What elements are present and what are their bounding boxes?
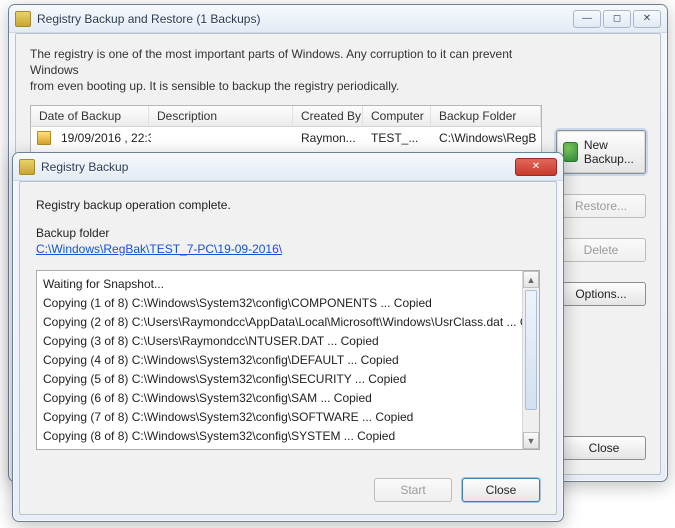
cell-created-by: Raymon... — [293, 129, 363, 147]
sidebar-buttons: New Backup... Restore... Delete Options.… — [556, 130, 646, 306]
delete-button[interactable]: Delete — [556, 238, 646, 262]
log-box: Waiting for Snapshot... Copying (1 of 8)… — [36, 270, 540, 450]
scroll-down-icon[interactable]: ▼ — [523, 432, 539, 449]
main-close-label: Close — [589, 441, 620, 455]
log-line: Copying (2 of 8) C:\Users\Raymondcc\AppD… — [43, 313, 533, 332]
app-icon — [15, 11, 31, 27]
dialog-titlebar[interactable]: Registry Backup ✕ — [13, 153, 563, 181]
backup-folder-link[interactable]: C:\Windows\RegBak\TEST_7-PC\19-09-2016\ — [36, 242, 282, 256]
scroll-thumb[interactable] — [525, 290, 537, 410]
intro-text: The registry is one of the most importan… — [30, 46, 542, 95]
close-window-button[interactable]: ✕ — [633, 10, 661, 28]
dialog-message: Registry backup operation complete. — [36, 198, 540, 212]
new-backup-label: New Backup... — [584, 138, 639, 167]
col-created-by[interactable]: Created By — [293, 106, 363, 126]
log-line: Copying (8 of 8) C:\Windows\System32\con… — [43, 427, 533, 446]
dialog-close-button[interactable]: Close — [462, 478, 540, 502]
dialog-close-label: Close — [486, 483, 517, 497]
dialog-title: Registry Backup — [41, 160, 128, 174]
restore-label: Restore... — [575, 199, 627, 213]
col-date[interactable]: Date of Backup — [31, 106, 149, 126]
log-line: Copying (6 of 8) C:\Windows\System32\con… — [43, 389, 533, 408]
dialog-window: Registry Backup ✕ Registry backup operat… — [12, 152, 564, 522]
dialog-app-icon — [19, 159, 35, 175]
start-button: Start — [374, 478, 452, 502]
log-line: Copying (5 of 8) C:\Windows\System32\con… — [43, 370, 533, 389]
col-computer[interactable]: Computer — [363, 106, 431, 126]
main-close-row: Close — [562, 436, 646, 460]
log-line: Copying (7 of 8) C:\Windows\System32\con… — [43, 408, 533, 427]
backup-row-icon — [37, 131, 51, 145]
start-label: Start — [400, 483, 425, 497]
restore-button[interactable]: Restore... — [556, 194, 646, 218]
main-titlebar[interactable]: Registry Backup and Restore (1 Backups) … — [9, 5, 667, 33]
window-controls: — ◻ ✕ — [573, 10, 661, 28]
listview-header: Date of Backup Description Created By Co… — [31, 106, 541, 127]
log-scrollbar[interactable]: ▲ ▼ — [522, 271, 539, 449]
maximize-button[interactable]: ◻ — [603, 10, 631, 28]
scroll-up-icon[interactable]: ▲ — [523, 271, 539, 288]
backup-folder-label: Backup folder — [36, 226, 540, 240]
options-button[interactable]: Options... — [556, 282, 646, 306]
dialog-controls: ✕ — [515, 158, 557, 176]
cell-computer: TEST_... — [363, 129, 431, 147]
options-label: Options... — [575, 287, 626, 301]
minimize-button[interactable]: — — [573, 10, 601, 28]
log-line: Waiting for Snapshot... — [43, 275, 533, 294]
new-backup-icon — [563, 142, 578, 162]
cell-folder: C:\Windows\RegB — [431, 129, 541, 147]
intro-line1: The registry is one of the most importan… — [30, 47, 512, 77]
col-desc[interactable]: Description — [149, 106, 293, 126]
cell-date: 19/09/2016 , 22:33 — [53, 129, 151, 147]
scroll-track[interactable] — [523, 288, 539, 432]
col-folder[interactable]: Backup Folder — [431, 106, 541, 126]
new-backup-button[interactable]: New Backup... — [556, 130, 646, 174]
log-line: Copying (4 of 8) C:\Windows\System32\con… — [43, 351, 533, 370]
main-close-button[interactable]: Close — [562, 436, 646, 460]
log-line: Copying (3 of 8) C:\Users\Raymondcc\NTUS… — [43, 332, 533, 351]
intro-line2: from even booting up. It is sensible to … — [30, 79, 399, 93]
log-line: Copying (1 of 8) C:\Windows\System32\con… — [43, 294, 533, 313]
delete-label: Delete — [584, 243, 619, 257]
dialog-close-x[interactable]: ✕ — [515, 158, 557, 176]
cell-desc — [151, 136, 293, 140]
dialog-buttons: Start Close — [374, 478, 540, 502]
dialog-client: Registry backup operation complete. Back… — [19, 181, 557, 515]
table-row[interactable]: 19/09/2016 , 22:33 Raymon... TEST_... C:… — [31, 127, 541, 149]
main-title: Registry Backup and Restore (1 Backups) — [37, 12, 260, 26]
